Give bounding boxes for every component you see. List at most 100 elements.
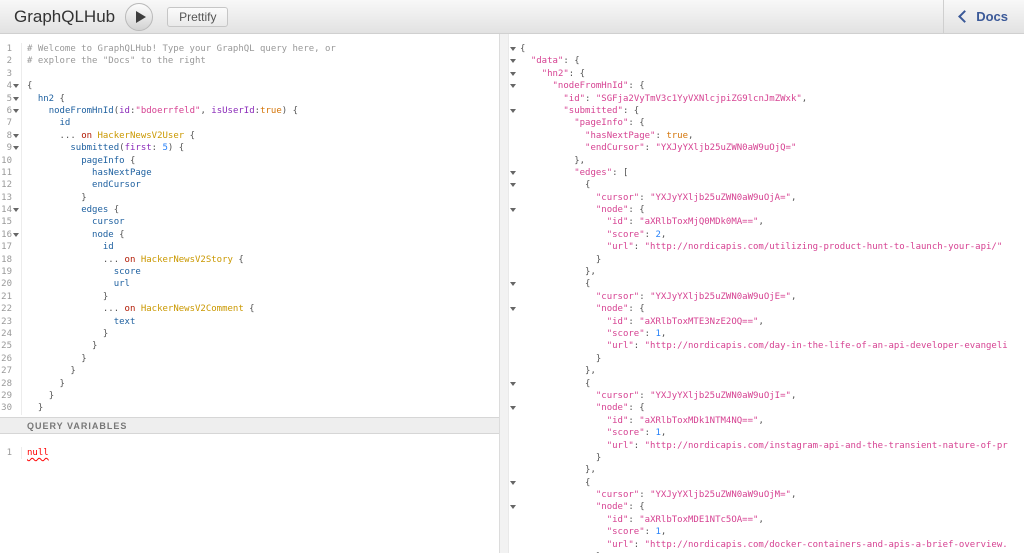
fold-arrow-icon (13, 108, 19, 113)
code-text: "node": { (520, 204, 645, 216)
fold-toggle[interactable] (12, 204, 22, 217)
code-text: id (27, 117, 71, 129)
code-token: : (644, 143, 656, 154)
code-line: "id": "SGFja2VyTmV3c1YyVXNlcjpiZG9lcnJmZ… (509, 93, 1024, 105)
code-token: , (758, 415, 764, 426)
fold-toggle[interactable] (509, 303, 520, 315)
code-line: }, (509, 464, 1024, 476)
fold-toggle[interactable] (509, 68, 520, 80)
fold-arrow-icon (510, 59, 516, 64)
fold-gutter (12, 179, 22, 192)
code-token: { (108, 205, 120, 216)
fold-toggle[interactable] (509, 105, 520, 117)
code-line: "endCursor": "YXJyYXljb25uZWN0aW9uOjQ=" (509, 142, 1024, 154)
line-number: 29 (1, 390, 12, 401)
code-token: : (633, 440, 645, 451)
fold-toggle[interactable] (12, 104, 22, 118)
code-token: cursor (92, 217, 125, 228)
query-editor[interactable]: 1 # Welcome to GraphQLHub! Type your Grap… (0, 34, 499, 417)
code-text: }, (520, 155, 585, 167)
variables-editor[interactable]: 1 null (0, 434, 499, 553)
code-token: : (644, 527, 656, 538)
code-token: { (54, 93, 65, 104)
fold-toggle[interactable] (12, 228, 22, 242)
fold-toggle[interactable] (509, 204, 520, 216)
fold-gutter (509, 216, 520, 228)
fold-toggle[interactable] (509, 167, 520, 179)
fold-gutter (509, 440, 520, 452)
code-token: "YXJyYXljb25uZWN0aW9uOjQ=" (655, 143, 797, 154)
prettify-button[interactable]: Prettify (167, 6, 229, 27)
query-variables-label: QUERY VARIABLES (27, 420, 128, 431)
code-line: 15 cursor (0, 216, 499, 229)
fold-toggle[interactable] (509, 501, 520, 513)
result-viewer[interactable]: { "data": { "hn2": { "nodeFromHnId": { "… (509, 34, 1024, 553)
code-token: ) { (167, 143, 185, 154)
fold-gutter (509, 415, 520, 427)
code-text: "cursor": "YXJyYXljb25uZWN0aW9uOjM=", (520, 489, 797, 501)
code-token: node (92, 229, 114, 240)
line-number: 20 (1, 279, 12, 290)
code-token: } (70, 366, 76, 377)
fold-toggle[interactable] (12, 129, 22, 143)
fold-toggle[interactable] (509, 378, 520, 390)
fold-toggle[interactable] (509, 80, 520, 92)
code-token: : (644, 328, 656, 339)
line-number: 30 (1, 403, 12, 414)
code-token: { (520, 44, 526, 54)
line-number: 9 (6, 143, 12, 154)
code-token: ... (59, 130, 82, 141)
fold-toggle[interactable] (12, 142, 22, 155)
code-token: "aXRlbToxMDE1NTc5OA==" (639, 514, 759, 525)
code-text: ... on HackerNewsV2Comment { (27, 303, 255, 315)
fold-toggle[interactable] (509, 278, 520, 290)
fold-toggle[interactable] (12, 92, 22, 105)
code-text: "id": "aXRlbToxMDE1NTc5OA==", (520, 514, 764, 526)
fold-arrow-icon (510, 84, 516, 89)
code-token: { (585, 180, 591, 191)
line-number: 13 (1, 192, 12, 203)
code-token: } (595, 452, 602, 463)
code-token: submitted (70, 143, 120, 154)
fold-gutter (12, 191, 22, 205)
pane-resizer[interactable] (499, 34, 509, 553)
code-line: "score": 2, (509, 229, 1024, 241)
fold-gutter (12, 290, 22, 304)
code-token: , (790, 490, 797, 501)
code-line: 23 text (0, 315, 499, 328)
fold-gutter (509, 192, 520, 204)
code-token: : (639, 390, 651, 401)
fold-gutter (509, 489, 520, 501)
docs-label: Docs (976, 9, 1008, 24)
code-line: "score": 1, (509, 526, 1024, 538)
fold-arrow-icon (510, 47, 516, 51)
code-text: url (27, 278, 130, 290)
line-number: 25 (1, 341, 12, 352)
docs-button[interactable]: Docs (943, 0, 1024, 33)
query-variables-header[interactable]: QUERY VARIABLES (0, 417, 499, 434)
fold-toggle[interactable] (509, 43, 520, 55)
code-text: { (520, 378, 590, 390)
fold-toggle[interactable] (509, 402, 520, 414)
play-icon (135, 10, 146, 23)
execute-button[interactable] (125, 2, 154, 31)
fold-gutter (12, 389, 22, 403)
fold-gutter (12, 43, 22, 56)
code-text: "score": 1, (520, 526, 667, 538)
fold-toggle[interactable] (509, 179, 520, 191)
fold-toggle[interactable] (509, 55, 520, 67)
fold-toggle[interactable] (509, 477, 520, 489)
fold-arrow-icon (510, 183, 516, 188)
code-text: edges { (27, 204, 119, 216)
code-token: "node" (595, 403, 629, 414)
code-text: } (520, 353, 601, 365)
fold-toggle[interactable] (12, 80, 22, 93)
fold-arrow-icon (510, 480, 516, 485)
fold-arrow-icon (13, 146, 19, 151)
code-token: "aXRlbToxMTE3NzE2OQ==" (639, 316, 759, 327)
fold-gutter (12, 352, 22, 366)
